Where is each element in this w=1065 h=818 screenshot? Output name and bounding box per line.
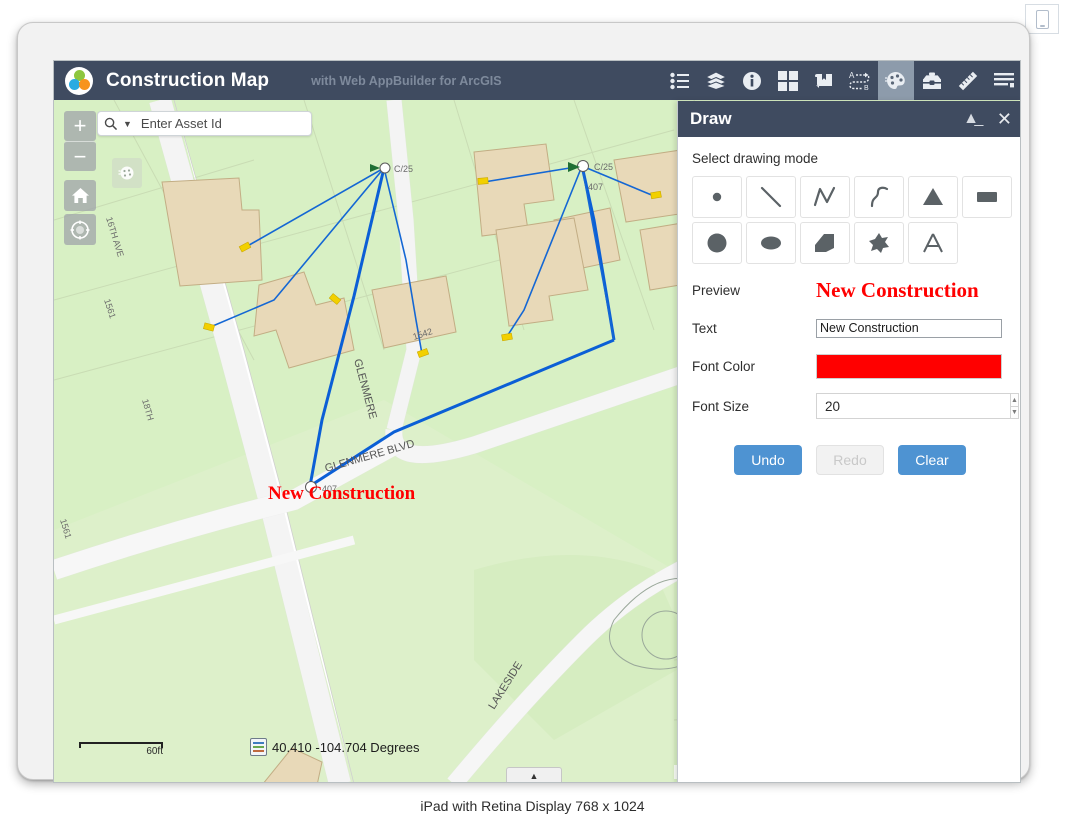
draw-mode-ellipse[interactable] [746, 222, 796, 264]
ellipse-icon [761, 236, 781, 250]
chevron-up-icon: ▲ [529, 771, 539, 781]
bookmark-icon[interactable] [806, 61, 842, 100]
font-size-input[interactable] [816, 393, 1010, 419]
undo-button[interactable]: Undo [734, 445, 802, 475]
font-size-label: Font Size [692, 398, 750, 414]
header-toolbar: A B [662, 61, 1020, 100]
freehand-polygon-icon [869, 233, 889, 253]
app-subtitle: with Web AppBuilder for ArcGIS [311, 73, 502, 88]
draw-mode-polyline[interactable] [800, 176, 850, 218]
search-box[interactable]: ▼ [97, 111, 312, 136]
font-size-row: Font Size ▲ ▼ [692, 393, 1019, 419]
drawing-mode-grid-row2 [692, 222, 1008, 264]
measure-ruler-icon[interactable] [950, 61, 986, 100]
freehand-line-icon [870, 186, 889, 208]
font-size-decrement[interactable]: ▼ [1010, 406, 1019, 419]
preview-label: Preview [692, 282, 741, 298]
search-dropdown-caret[interactable]: ▼ [123, 119, 132, 129]
screenshot-root: Construction Map with Web AppBuilder for… [0, 0, 1065, 818]
polyline-icon [813, 186, 836, 207]
directions-icon[interactable]: A B [842, 61, 878, 100]
preview-value: New Construction [816, 277, 979, 302]
toolbox-icon[interactable] [914, 61, 950, 100]
draw-mode-text[interactable] [908, 222, 958, 264]
basemap-gallery-icon[interactable] [770, 61, 806, 100]
triangle-icon [923, 188, 943, 205]
layers-icon[interactable] [698, 61, 734, 100]
font-color-label: Font Color [692, 359, 756, 374]
svg-text:B: B [864, 85, 869, 90]
map-label-node-d: 407 [588, 182, 603, 192]
draw-mode-freehand-polygon[interactable] [854, 222, 904, 264]
close-icon[interactable]: ✕ [997, 110, 1012, 128]
draw-panel-header: Draw ▲̲ ✕ [678, 101, 1020, 137]
device-caption: iPad with Retina Display 768 x 1024 [420, 798, 645, 814]
map-annotation-new-construction: New Construction [268, 483, 416, 504]
draw-text-input[interactable] [816, 318, 1002, 338]
draw-mode-polygon[interactable] [800, 222, 850, 264]
chevron-double-up-icon[interactable]: ▲̲ [963, 111, 979, 127]
text-label: Text [692, 320, 717, 336]
map-label-node-b: C/25 [594, 162, 613, 172]
zoom-in-button[interactable]: + [64, 111, 96, 141]
coordinate-text: 40.410 -104.704 Degrees [272, 739, 420, 755]
zoom-out-button[interactable]: − [64, 141, 96, 171]
draw-panel-body: Select drawing mode Preview New Construc… [678, 137, 1020, 475]
polygon-icon [815, 234, 834, 252]
clear-button[interactable]: Clear [898, 445, 966, 475]
font-size-stepper: ▲ ▼ [816, 393, 1019, 419]
search-input[interactable] [138, 115, 289, 132]
rectangle-icon [977, 192, 997, 202]
draw-mode-point[interactable] [692, 176, 742, 218]
tablet-glyph [1035, 9, 1049, 29]
tablet-device-icon[interactable] [1025, 4, 1059, 34]
point-icon [712, 192, 722, 202]
search-icon [104, 117, 117, 130]
menu-icon[interactable] [986, 61, 1020, 100]
minus-icon: − [73, 143, 87, 169]
preview-row: Preview New Construction [692, 278, 1008, 302]
scale-bar: 60ft [79, 742, 163, 757]
font-size-increment[interactable]: ▲ [1010, 393, 1019, 406]
home-icon [71, 188, 89, 203]
font-color-row: Font Color [692, 354, 1008, 379]
arcgis-logo-icon [65, 66, 93, 95]
draw-palette-icon[interactable] [878, 61, 914, 100]
home-button[interactable] [64, 180, 96, 211]
draw-panel-title: Draw [690, 109, 732, 128]
draw-mode-triangle[interactable] [908, 176, 958, 218]
coordinate-icon[interactable] [250, 738, 267, 756]
attribute-table-toggle[interactable]: ▲ [506, 767, 562, 782]
draw-panel: Draw ▲̲ ✕ Select drawing mode Preview Ne… [677, 101, 1020, 782]
drawing-mode-label: Select drawing mode [692, 151, 819, 166]
line-icon [760, 186, 782, 208]
draw-mode-rectangle[interactable] [962, 176, 1012, 218]
font-color-swatch[interactable] [816, 354, 1002, 379]
draw-mode-line[interactable] [746, 176, 796, 218]
info-icon[interactable] [734, 61, 770, 100]
locate-button[interactable] [64, 214, 96, 245]
legend-icon[interactable] [662, 61, 698, 100]
svg-text:A: A [849, 71, 855, 80]
drawing-mode-grid-row1 [692, 176, 1012, 218]
map-label-node-a: C/25 [394, 164, 413, 174]
gps-tracker-icon[interactable] [112, 158, 142, 188]
draw-mode-circle[interactable] [692, 222, 742, 264]
text-row: Text [692, 316, 1008, 340]
draw-action-buttons: Undo Redo Clear [692, 445, 1008, 475]
draw-mode-freehand-line[interactable] [854, 176, 904, 218]
app-header: Construction Map with Web AppBuilder for… [54, 61, 1020, 100]
coordinate-readout: 40.410 -104.704 Degrees [250, 738, 419, 756]
plus-icon: + [73, 113, 87, 138]
map-controls: + − [64, 111, 96, 245]
redo-button: Redo [816, 445, 884, 475]
page-title: Construction Map [106, 69, 270, 91]
circle-icon [707, 233, 727, 253]
device-frame: Construction Map with Web AppBuilder for… [17, 22, 1030, 783]
scale-bar-label: 60ft [146, 746, 163, 757]
device-screen: Construction Map with Web AppBuilder for… [53, 60, 1021, 783]
locate-icon [70, 220, 90, 239]
text-icon [923, 233, 943, 253]
